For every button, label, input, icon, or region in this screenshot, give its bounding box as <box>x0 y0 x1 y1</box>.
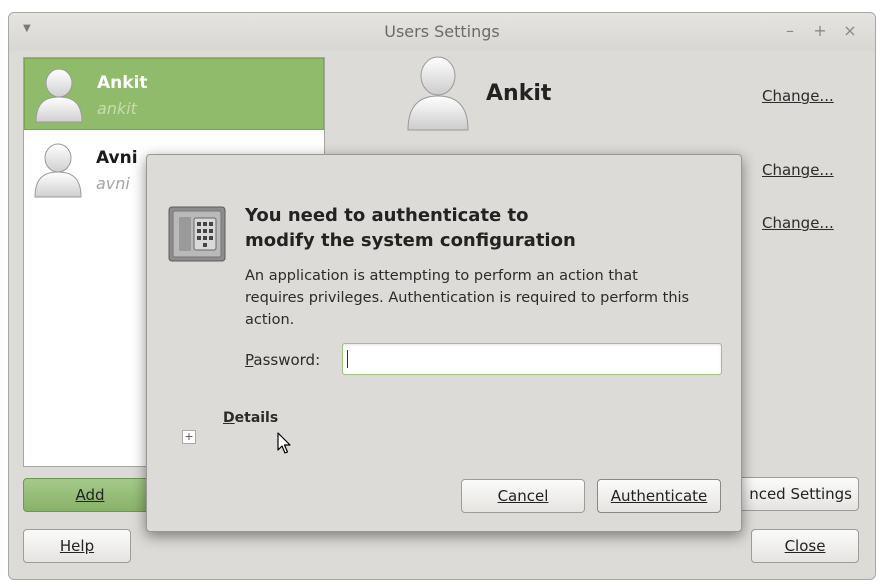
help-button[interactable]: Help <box>23 529 131 563</box>
close-button[interactable]: Close <box>751 529 859 563</box>
change-name-link[interactable]: Change... <box>762 87 834 105</box>
cancel-button-label: Cancel <box>497 487 549 505</box>
selected-user-avatar-icon[interactable] <box>404 55 472 131</box>
details-expander-label[interactable]: Details <box>223 410 278 426</box>
user-avatar-icon <box>34 143 82 198</box>
user-name: Ankit <box>97 73 148 93</box>
details-expander-icon[interactable]: + <box>182 430 196 444</box>
authentication-dialog: You need to authenticate to modify the s… <box>146 154 742 532</box>
dialog-message-line: action. <box>245 312 295 328</box>
change-account-type-link[interactable]: Change... <box>762 161 834 179</box>
maximize-button[interactable]: + <box>811 21 829 40</box>
dialog-heading: You need to authenticate to modify the s… <box>245 203 685 253</box>
dialog-heading-line: You need to authenticate to <box>245 205 529 226</box>
user-list-item-ankit[interactable]: Ankit ankit <box>24 58 324 130</box>
user-name: Avni <box>96 148 138 168</box>
title-bar[interactable]: ▼ Users Settings – + × <box>9 13 875 51</box>
dialog-message-line: An application is attempting to perform … <box>245 268 638 284</box>
help-button-label: Help <box>59 537 95 555</box>
change-password-link[interactable]: Change... <box>762 214 834 232</box>
authentication-safe-icon <box>168 206 226 262</box>
add-button-label: Add <box>75 486 105 504</box>
password-label: Password: <box>245 351 321 369</box>
selected-user-name: Ankit <box>486 81 552 106</box>
user-avatar-icon <box>35 68 83 123</box>
close-button-label: Close <box>784 537 826 555</box>
dialog-heading-line: modify the system configuration <box>245 230 576 251</box>
advanced-settings-button[interactable]: nced Settings <box>723 477 859 511</box>
mouse-pointer-icon <box>277 432 291 454</box>
dialog-message-line: requires privileges. Authentication is r… <box>245 290 690 306</box>
close-window-button[interactable]: × <box>841 21 859 40</box>
window-title: Users Settings <box>384 22 500 41</box>
authenticate-button[interactable]: Authenticate <box>597 479 721 513</box>
cancel-button[interactable]: Cancel <box>461 479 585 513</box>
authenticate-button-label: Authenticate <box>610 487 708 505</box>
minimize-button[interactable]: – <box>781 21 799 40</box>
password-input[interactable] <box>342 343 722 375</box>
text-caret <box>347 350 348 368</box>
add-user-button[interactable]: Add <box>23 478 157 512</box>
user-login: avni <box>96 174 130 193</box>
dialog-message: An application is attempting to perform … <box>245 265 735 331</box>
user-login: ankit <box>97 99 137 118</box>
